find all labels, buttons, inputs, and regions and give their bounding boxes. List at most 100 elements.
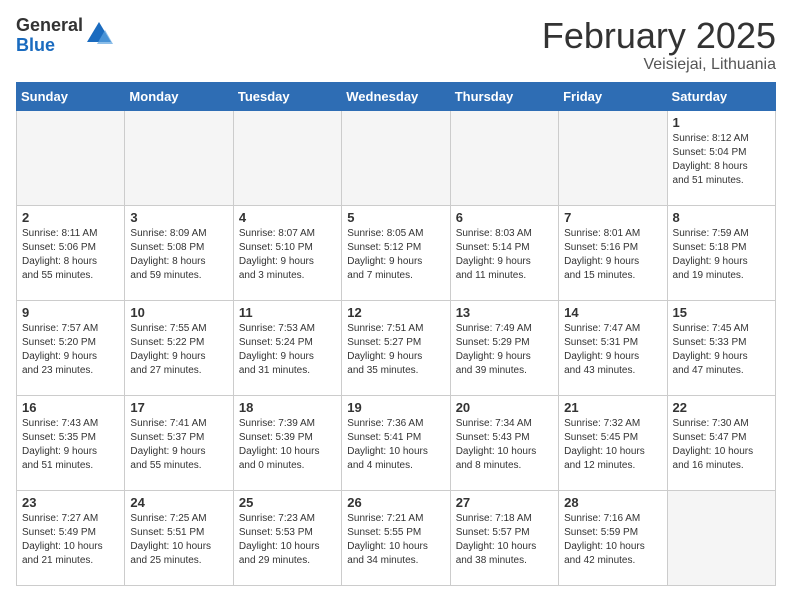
day-info: Sunrise: 7:43 AM Sunset: 5:35 PM Dayligh…	[22, 417, 119, 473]
day-number: 13	[456, 305, 553, 320]
day-number: 19	[347, 400, 444, 415]
weekday-header-wednesday: Wednesday	[342, 82, 450, 110]
day-number: 28	[564, 495, 661, 510]
day-cell: 14 Sunrise: 7:47 AM Sunset: 5:31 PM Dayli…	[559, 300, 667, 395]
day-number: 12	[347, 305, 444, 320]
day-number: 7	[564, 210, 661, 225]
weekday-header-friday: Friday	[559, 82, 667, 110]
day-info: Sunrise: 7:59 AM Sunset: 5:18 PM Dayligh…	[673, 227, 770, 283]
day-number: 10	[130, 305, 227, 320]
calendar: SundayMondayTuesdayWednesdayThursdayFrid…	[16, 82, 776, 586]
day-cell: 7 Sunrise: 8:01 AM Sunset: 5:16 PM Daylig…	[559, 205, 667, 300]
day-number: 2	[22, 210, 119, 225]
day-cell	[17, 110, 125, 205]
day-cell: 26 Sunrise: 7:21 AM Sunset: 5:55 PM Dayli…	[342, 490, 450, 585]
day-cell: 22 Sunrise: 7:30 AM Sunset: 5:47 PM Dayli…	[667, 395, 775, 490]
day-cell: 25 Sunrise: 7:23 AM Sunset: 5:53 PM Dayli…	[233, 490, 341, 585]
day-info: Sunrise: 8:03 AM Sunset: 5:14 PM Dayligh…	[456, 227, 553, 283]
day-cell: 4 Sunrise: 8:07 AM Sunset: 5:10 PM Daylig…	[233, 205, 341, 300]
day-number: 4	[239, 210, 336, 225]
day-cell: 11 Sunrise: 7:53 AM Sunset: 5:24 PM Dayli…	[233, 300, 341, 395]
weekday-header-thursday: Thursday	[450, 82, 558, 110]
weekday-header-saturday: Saturday	[667, 82, 775, 110]
logo-general: General	[16, 16, 83, 36]
day-number: 18	[239, 400, 336, 415]
day-cell: 16Sunrise: 7:43 AM Sunset: 5:35 PM Dayli…	[17, 395, 125, 490]
title-block: February 2025 Veisiejai, Lithuania	[542, 16, 776, 74]
day-number: 6	[456, 210, 553, 225]
day-cell: 9Sunrise: 7:57 AM Sunset: 5:20 PM Daylig…	[17, 300, 125, 395]
day-number: 20	[456, 400, 553, 415]
day-cell: 2Sunrise: 8:11 AM Sunset: 5:06 PM Daylig…	[17, 205, 125, 300]
weekday-header-tuesday: Tuesday	[233, 82, 341, 110]
day-info: Sunrise: 7:55 AM Sunset: 5:22 PM Dayligh…	[130, 322, 227, 378]
day-number: 5	[347, 210, 444, 225]
day-number: 17	[130, 400, 227, 415]
month-title: February 2025	[542, 16, 776, 56]
day-info: Sunrise: 7:25 AM Sunset: 5:51 PM Dayligh…	[130, 512, 227, 568]
logo-icon	[85, 20, 113, 48]
day-info: Sunrise: 7:51 AM Sunset: 5:27 PM Dayligh…	[347, 322, 444, 378]
day-cell: 10 Sunrise: 7:55 AM Sunset: 5:22 PM Dayli…	[125, 300, 233, 395]
day-info: Sunrise: 7:27 AM Sunset: 5:49 PM Dayligh…	[22, 512, 119, 568]
day-number: 22	[673, 400, 770, 415]
weekday-header-row: SundayMondayTuesdayWednesdayThursdayFrid…	[17, 82, 776, 110]
weekday-header-monday: Monday	[125, 82, 233, 110]
day-number: 15	[673, 305, 770, 320]
day-cell	[559, 110, 667, 205]
week-row-2: 2Sunrise: 8:11 AM Sunset: 5:06 PM Daylig…	[17, 205, 776, 300]
day-info: Sunrise: 7:32 AM Sunset: 5:45 PM Dayligh…	[564, 417, 661, 473]
day-info: Sunrise: 8:09 AM Sunset: 5:08 PM Dayligh…	[130, 227, 227, 283]
location: Veisiejai, Lithuania	[542, 56, 776, 74]
day-cell: 21 Sunrise: 7:32 AM Sunset: 5:45 PM Dayli…	[559, 395, 667, 490]
day-cell: 15 Sunrise: 7:45 AM Sunset: 5:33 PM Dayli…	[667, 300, 775, 395]
day-info: Sunrise: 7:30 AM Sunset: 5:47 PM Dayligh…	[673, 417, 770, 473]
day-cell	[125, 110, 233, 205]
day-info: Sunrise: 8:05 AM Sunset: 5:12 PM Dayligh…	[347, 227, 444, 283]
week-row-3: 9Sunrise: 7:57 AM Sunset: 5:20 PM Daylig…	[17, 300, 776, 395]
day-number: 23	[22, 495, 119, 510]
day-info: Sunrise: 8:01 AM Sunset: 5:16 PM Dayligh…	[564, 227, 661, 283]
day-number: 1	[673, 115, 770, 130]
day-info: Sunrise: 7:21 AM Sunset: 5:55 PM Dayligh…	[347, 512, 444, 568]
day-number: 27	[456, 495, 553, 510]
day-number: 25	[239, 495, 336, 510]
day-info: Sunrise: 7:47 AM Sunset: 5:31 PM Dayligh…	[564, 322, 661, 378]
day-cell: 3 Sunrise: 8:09 AM Sunset: 5:08 PM Daylig…	[125, 205, 233, 300]
week-row-1: 1 Sunrise: 8:12 AM Sunset: 5:04 PM Daylig…	[17, 110, 776, 205]
day-cell	[233, 110, 341, 205]
day-number: 3	[130, 210, 227, 225]
weekday-header-sunday: Sunday	[17, 82, 125, 110]
day-cell: 27 Sunrise: 7:18 AM Sunset: 5:57 PM Dayli…	[450, 490, 558, 585]
day-number: 14	[564, 305, 661, 320]
day-info: Sunrise: 7:41 AM Sunset: 5:37 PM Dayligh…	[130, 417, 227, 473]
day-number: 11	[239, 305, 336, 320]
day-number: 24	[130, 495, 227, 510]
day-cell	[667, 490, 775, 585]
logo: General Blue	[16, 16, 113, 56]
day-info: Sunrise: 7:23 AM Sunset: 5:53 PM Dayligh…	[239, 512, 336, 568]
day-cell: 5 Sunrise: 8:05 AM Sunset: 5:12 PM Daylig…	[342, 205, 450, 300]
day-cell: 20Sunrise: 7:34 AM Sunset: 5:43 PM Dayli…	[450, 395, 558, 490]
day-cell: 1 Sunrise: 8:12 AM Sunset: 5:04 PM Daylig…	[667, 110, 775, 205]
week-row-5: 23 Sunrise: 7:27 AM Sunset: 5:49 PM Dayli…	[17, 490, 776, 585]
day-info: Sunrise: 7:53 AM Sunset: 5:24 PM Dayligh…	[239, 322, 336, 378]
day-info: Sunrise: 7:49 AM Sunset: 5:29 PM Dayligh…	[456, 322, 553, 378]
week-row-4: 16Sunrise: 7:43 AM Sunset: 5:35 PM Dayli…	[17, 395, 776, 490]
day-number: 26	[347, 495, 444, 510]
day-info: Sunrise: 7:39 AM Sunset: 5:39 PM Dayligh…	[239, 417, 336, 473]
day-info: Sunrise: 8:12 AM Sunset: 5:04 PM Dayligh…	[673, 132, 770, 188]
day-cell: 23 Sunrise: 7:27 AM Sunset: 5:49 PM Dayli…	[17, 490, 125, 585]
day-cell: 12 Sunrise: 7:51 AM Sunset: 5:27 PM Dayli…	[342, 300, 450, 395]
day-info: Sunrise: 7:16 AM Sunset: 5:59 PM Dayligh…	[564, 512, 661, 568]
day-number: 8	[673, 210, 770, 225]
day-cell: 13 Sunrise: 7:49 AM Sunset: 5:29 PM Dayli…	[450, 300, 558, 395]
day-info: Sunrise: 7:57 AM Sunset: 5:20 PM Dayligh…	[22, 322, 119, 378]
logo-blue: Blue	[16, 36, 83, 56]
day-number: 21	[564, 400, 661, 415]
day-info: Sunrise: 7:45 AM Sunset: 5:33 PM Dayligh…	[673, 322, 770, 378]
day-cell: 17 Sunrise: 7:41 AM Sunset: 5:37 PM Dayli…	[125, 395, 233, 490]
day-cell	[342, 110, 450, 205]
day-info: Sunrise: 7:18 AM Sunset: 5:57 PM Dayligh…	[456, 512, 553, 568]
day-info: Sunrise: 8:07 AM Sunset: 5:10 PM Dayligh…	[239, 227, 336, 283]
